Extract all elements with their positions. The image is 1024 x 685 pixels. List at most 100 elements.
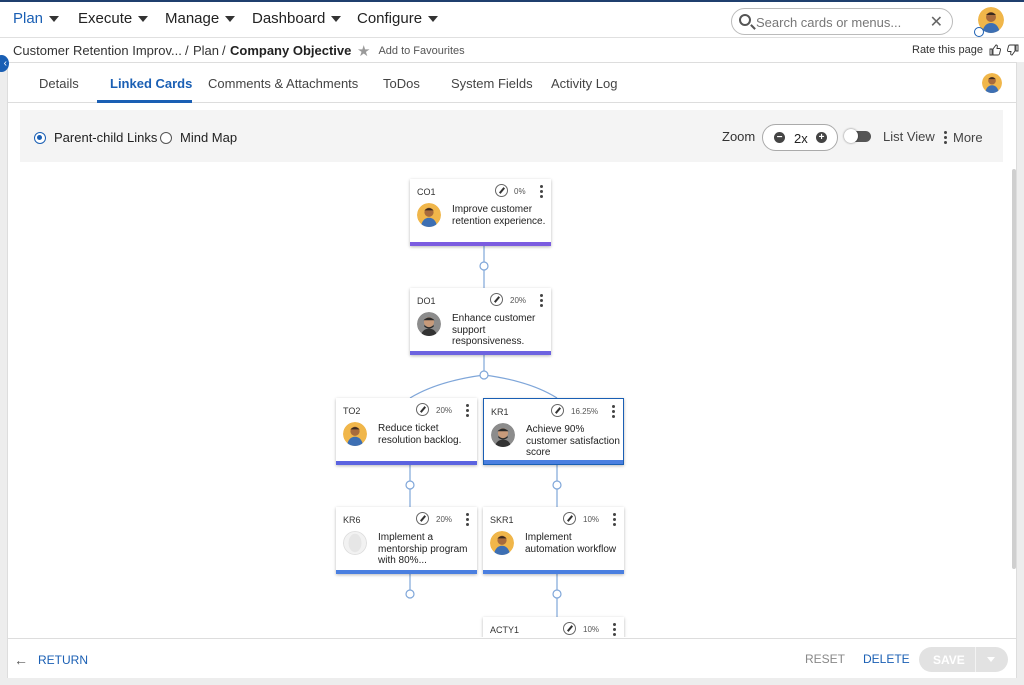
- zoom-out-icon[interactable]: −: [774, 132, 785, 143]
- tab-activity-log[interactable]: Activity Log: [551, 76, 617, 91]
- progress-edit-icon[interactable]: [416, 512, 429, 525]
- linked-card-kr1[interactable]: KR1 16.25% Achieve 90% customer satisfac…: [483, 398, 624, 465]
- canvas-scrollbar[interactable]: [1012, 169, 1016, 569]
- avatar-placeholder-image: [343, 531, 367, 555]
- card-status-bar: [484, 460, 623, 464]
- nav-dashboard-label: Dashboard: [252, 10, 326, 27]
- card-progress: 20%: [510, 296, 527, 305]
- chevron-down-icon: [225, 16, 236, 22]
- progress-edit-icon[interactable]: [416, 403, 429, 416]
- card-menu-icon[interactable]: [612, 405, 615, 418]
- progress-edit-icon[interactable]: [563, 622, 576, 635]
- linked-card-do1[interactable]: DO1 20% Enhance customer support respons…: [410, 288, 551, 355]
- avatar-image: [417, 203, 441, 227]
- close-icon[interactable]: ✕: [930, 12, 943, 32]
- card-menu-icon[interactable]: [466, 513, 469, 526]
- radio-selected-icon: [34, 131, 46, 144]
- card-title: Improve customer retention experience.: [452, 204, 546, 227]
- linked-card-kr6[interactable]: KR6 20% Implement a mentorship program w…: [336, 507, 477, 574]
- card-menu-icon[interactable]: [540, 294, 543, 307]
- breadcrumb-parent[interactable]: Customer Retention Improv...: [13, 43, 182, 58]
- avatar-image: [417, 312, 441, 336]
- search-input[interactable]: [756, 13, 924, 31]
- radio-unselected-icon: [160, 131, 172, 144]
- zoom-label: Zoom: [722, 129, 756, 144]
- card-progress: 10%: [583, 515, 600, 524]
- breadcrumb: Customer Retention Improv... / Plan / Co…: [0, 38, 1024, 62]
- radio-mind-map[interactable]: Mind Map: [160, 130, 237, 145]
- more-label: More: [953, 130, 983, 145]
- save-button[interactable]: SAVE: [933, 653, 965, 667]
- chevron-down-icon: [331, 16, 342, 22]
- connector-node: [552, 480, 562, 490]
- linked-cards-canvas: CO1 0% Improve customer retention experi…: [8, 163, 1016, 637]
- radio-parent-child-links[interactable]: Parent-child Links: [34, 130, 157, 145]
- card-status-bar: [410, 242, 551, 246]
- card-avatar: [417, 203, 441, 227]
- chevron-down-icon: [138, 16, 149, 22]
- card-menu-icon[interactable]: [613, 513, 616, 526]
- tab-todos[interactable]: ToDos: [383, 76, 420, 91]
- nav-dashboard-menu[interactable]: Dashboard: [252, 10, 342, 27]
- card-id: CO1: [417, 187, 436, 197]
- delete-button[interactable]: DELETE: [863, 652, 910, 666]
- breadcrumb-section[interactable]: Plan: [193, 43, 219, 58]
- connector-node: [405, 589, 415, 599]
- reset-button[interactable]: RESET: [805, 652, 845, 666]
- nav-manage-label: Manage: [165, 10, 220, 27]
- active-tab-indicator: [97, 100, 192, 103]
- card-id: ACTY1: [490, 625, 520, 635]
- card-title: Implement automation workflow: [525, 532, 617, 555]
- tab-linked-cards[interactable]: Linked Cards: [110, 76, 192, 91]
- rate-page: Rate this page: [912, 44, 1019, 56]
- thumbs-up-icon[interactable]: [989, 44, 1001, 56]
- tab-comments-attachments[interactable]: Comments & Attachments: [208, 76, 358, 91]
- nav-configure-menu[interactable]: Configure: [357, 10, 439, 27]
- chevron-down-icon[interactable]: [987, 657, 995, 662]
- chevron-down-icon: [428, 16, 439, 22]
- linked-card-to2[interactable]: TO2 20% Reduce ticket resolution backlog…: [336, 398, 477, 465]
- zoom-control: − 2x +: [762, 124, 838, 151]
- tab-details[interactable]: Details: [39, 76, 79, 91]
- nav-plan-menu[interactable]: Plan: [13, 10, 60, 27]
- card-progress: 0%: [514, 187, 526, 196]
- progress-edit-icon[interactable]: [563, 512, 576, 525]
- nav-configure-label: Configure: [357, 10, 423, 27]
- nav-execute-label: Execute: [78, 10, 133, 27]
- card-id: SKR1: [490, 515, 514, 525]
- card-menu-icon[interactable]: [466, 404, 469, 417]
- avatar-image: [491, 423, 515, 447]
- return-label: RETURN: [38, 653, 88, 667]
- nav-manage-menu[interactable]: Manage: [165, 10, 236, 27]
- radio-mind-map-label: Mind Map: [180, 130, 238, 145]
- card-status-bar: [336, 461, 477, 465]
- zoom-value: 2x: [794, 131, 808, 146]
- connector-do1-to2: [409, 374, 485, 399]
- linked-card-skr1[interactable]: SKR1 10% Implement automation workflow: [483, 507, 624, 574]
- tab-system-fields[interactable]: System Fields: [451, 76, 533, 91]
- return-button[interactable]: ← RETURN: [14, 652, 88, 668]
- page-title: Company Objective: [230, 43, 352, 58]
- progress-edit-icon[interactable]: [551, 404, 564, 417]
- thumbs-down-icon[interactable]: [1006, 44, 1019, 56]
- zoom-in-icon[interactable]: +: [816, 132, 827, 143]
- card-avatar: [490, 531, 514, 555]
- save-button-group: SAVE: [919, 647, 1008, 672]
- list-view-toggle[interactable]: [844, 129, 871, 143]
- card-progress: 16.25%: [571, 407, 599, 416]
- more-button[interactable]: More: [944, 130, 983, 145]
- card-progress: 20%: [436, 406, 453, 415]
- progress-edit-icon[interactable]: [495, 184, 508, 197]
- progress-edit-icon[interactable]: [490, 293, 503, 306]
- top-navigation: Plan Execute Manage Dashboard Configure …: [0, 0, 1024, 38]
- card-avatar: [417, 312, 441, 336]
- radio-parent-child-label: Parent-child Links: [54, 130, 158, 145]
- card-menu-icon[interactable]: [613, 623, 616, 636]
- linked-card-acty1[interactable]: ACTY1 10%: [483, 617, 624, 637]
- card-menu-icon[interactable]: [540, 185, 543, 198]
- nav-execute-menu[interactable]: Execute: [78, 10, 149, 27]
- breadcrumb-separator: /: [185, 43, 189, 58]
- linked-card-co1[interactable]: CO1 0% Improve customer retention experi…: [410, 179, 551, 246]
- add-to-favourites-button[interactable]: ★ Add to Favourites: [357, 42, 465, 60]
- card-avatar: [491, 423, 515, 447]
